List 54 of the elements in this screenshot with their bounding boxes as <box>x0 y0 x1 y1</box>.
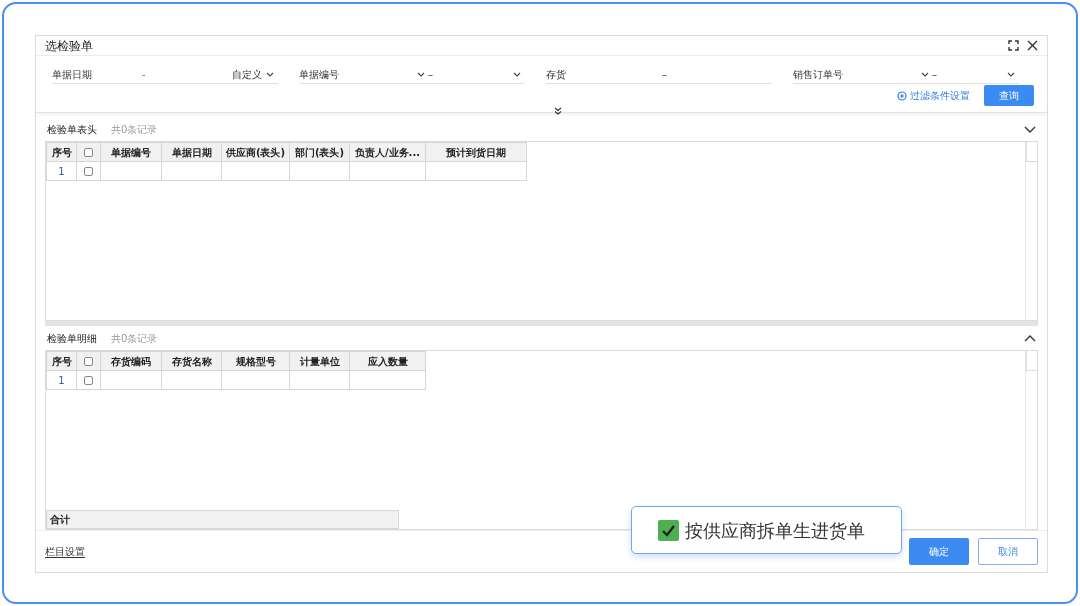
total-label: 合计 <box>50 513 70 528</box>
column-header: 序号 <box>46 351 77 371</box>
dialog-title: 选检验单 <box>45 37 94 55</box>
chevron-down-icon[interactable] <box>1007 71 1015 78</box>
filter-label: 单据日期 <box>52 68 92 83</box>
range-separator: – <box>662 68 667 83</box>
range-separator: - <box>142 68 146 83</box>
checkbox[interactable] <box>84 357 93 367</box>
filter-field[interactable]: 单据编号 – <box>299 66 525 85</box>
checkbox[interactable] <box>84 148 93 158</box>
column-header: 存货名称 <box>161 351 222 371</box>
filter-label: 存货 <box>546 68 566 83</box>
checkbox[interactable] <box>84 376 93 386</box>
section-title: 检验单表头 <box>47 122 97 137</box>
close-icon[interactable] <box>1027 40 1038 52</box>
scrollbar[interactable] <box>1026 351 1037 372</box>
checkbox[interactable] <box>84 167 93 177</box>
row-number: 1 <box>46 370 77 390</box>
column-header: 单据日期 <box>161 142 222 162</box>
column-settings-link[interactable]: 栏目设置 <box>45 544 909 560</box>
cancel-button[interactable]: 取消 <box>978 538 1038 566</box>
column-header: 存货编码 <box>100 351 162 371</box>
filter-field[interactable]: 存货 – <box>546 66 772 85</box>
checkbox[interactable] <box>658 519 679 541</box>
chevron-down-icon[interactable] <box>513 71 521 78</box>
record-count: 共0条记录 <box>111 331 159 346</box>
expand-down-icon[interactable] <box>554 106 562 115</box>
scrollbar[interactable] <box>1026 142 1037 163</box>
column-header: 供应商(表头) <box>221 142 290 162</box>
chevron-down-icon[interactable] <box>921 71 929 78</box>
column-header: 负责人/业务... <box>349 142 426 162</box>
filter-field[interactable]: 单据日期 - 自定义 <box>52 66 278 85</box>
chevron-down-icon[interactable] <box>266 71 274 78</box>
column-header: 序号 <box>46 142 77 162</box>
range-separator: – <box>932 68 937 83</box>
date-mode-select[interactable]: 自定义 <box>232 67 262 83</box>
add-circle-icon <box>897 90 907 101</box>
column-header: 计量单位 <box>289 351 350 371</box>
filter-label: 销售订单号 <box>793 68 843 83</box>
range-separator: – <box>428 68 433 83</box>
row-number: 1 <box>46 161 77 181</box>
column-header: 单据编号 <box>100 142 162 162</box>
column-header: 规格型号 <box>221 351 290 371</box>
maximize-icon[interactable] <box>1008 40 1019 52</box>
filter-settings-link[interactable]: 过滤条件设置 <box>897 88 970 104</box>
chevron-down-icon[interactable] <box>417 71 425 78</box>
checkbox-label: 按供应商拆单生进货单 <box>685 518 865 543</box>
filter-field[interactable]: 销售订单号 – <box>793 66 1019 85</box>
record-count: 共0条记录 <box>111 122 159 137</box>
section-title: 检验单明细 <box>47 331 97 346</box>
column-header: 应入数量 <box>349 351 426 371</box>
filter-label: 单据编号 <box>299 68 339 83</box>
column-header: 预计到货日期 <box>425 142 527 162</box>
column-header: 部门(表头) <box>289 142 350 162</box>
